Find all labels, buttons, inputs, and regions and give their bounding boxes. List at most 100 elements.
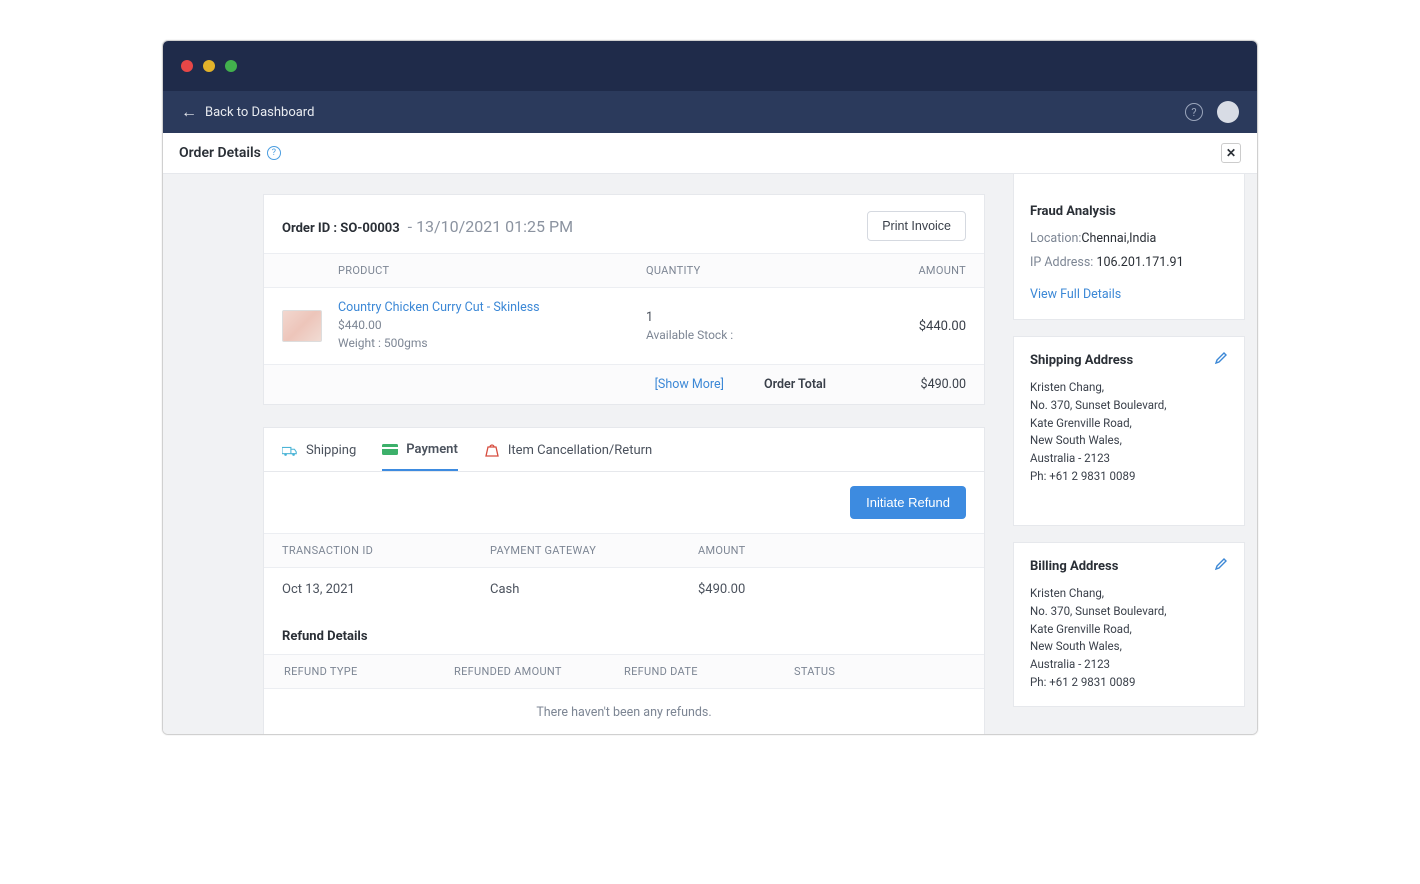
product-name-link[interactable]: Country Chicken Curry Cut - Skinless — [338, 300, 646, 315]
app-toolbar: ← Back to Dashboard ? — [163, 91, 1257, 133]
tx-date: Oct 13, 2021 — [282, 582, 490, 597]
refund-title: Refund Details — [264, 611, 984, 654]
col-transaction-id: TRANSACTION ID — [282, 544, 490, 557]
billing-address-body: Kristen Chang, No. 370, Sunset Boulevard… — [1030, 585, 1228, 692]
order-date: - 13/10/2021 01:25 PM — [408, 217, 573, 236]
avatar[interactable] — [1217, 101, 1239, 123]
minimize-window-dot[interactable] — [203, 60, 215, 72]
tx-gateway: Cash — [490, 582, 698, 597]
back-to-dashboard-link[interactable]: ← Back to Dashboard — [181, 104, 314, 120]
product-weight: Weight : 500gms — [338, 334, 646, 352]
main-column: Order ID : SO-00003 - 13/10/2021 01:25 P… — [263, 194, 985, 734]
tab-cancellation-label: Item Cancellation/Return — [508, 443, 652, 458]
col-product: PRODUCT — [338, 264, 646, 277]
fraud-location: Location:Chennai,India — [1030, 229, 1228, 249]
product-qty: 1 — [646, 310, 826, 325]
order-total-row: [Show More] Order Total $490.00 — [264, 364, 984, 404]
transaction-row: Oct 13, 2021 Cash $490.00 — [264, 568, 984, 611]
bill-line-3: Kate Grenville Road, — [1030, 621, 1228, 639]
toolbar-right: ? — [1185, 101, 1239, 123]
transaction-head: TRANSACTION ID PAYMENT GATEWAY AMOUNT — [264, 533, 984, 568]
billing-address-card: Billing Address Kristen Chang, No. 370, … — [1013, 542, 1245, 707]
back-label: Back to Dashboard — [205, 105, 314, 120]
fraud-ip-value: 106.201.171.91 — [1096, 255, 1183, 270]
tx-amount: $490.00 — [698, 582, 906, 597]
tab-payment[interactable]: Payment — [382, 442, 458, 471]
bill-line-2: No. 370, Sunset Boulevard, — [1030, 603, 1228, 621]
shipping-address-title: Shipping Address — [1030, 353, 1133, 368]
fraud-title: Fraud Analysis — [1030, 204, 1228, 219]
col-refund-date: REFUND DATE — [624, 665, 794, 678]
refund-empty-message: There haven't been any refunds. — [264, 689, 984, 734]
arrow-left-icon: ← — [181, 104, 197, 120]
close-button[interactable]: ✕ — [1221, 143, 1241, 163]
shipping-address-body: Kristen Chang, No. 370, Sunset Boulevard… — [1030, 379, 1228, 486]
col-tx-amount: AMOUNT — [698, 544, 906, 557]
edit-billing-icon[interactable] — [1214, 557, 1228, 575]
product-amount: $440.00 — [826, 319, 966, 334]
fraud-ip-label: IP Address: — [1030, 255, 1093, 270]
col-refund-status: STATUS — [794, 665, 964, 678]
tab-payment-label: Payment — [406, 442, 458, 457]
col-amount: AMOUNT — [826, 264, 966, 277]
window-titlebar — [163, 41, 1257, 91]
tab-shipping-label: Shipping — [306, 443, 356, 458]
order-id-wrap: Order ID : SO-00003 - 13/10/2021 01:25 P… — [282, 217, 573, 236]
product-row: Country Chicken Curry Cut - Skinless $44… — [264, 288, 984, 364]
refund-head: REFUND TYPE REFUNDED AMOUNT REFUND DATE … — [264, 654, 984, 689]
print-invoice-button[interactable]: Print Invoice — [867, 211, 966, 241]
tabs-card: Shipping Payment Item Cancellation/Retur… — [263, 427, 985, 734]
billing-address-title: Billing Address — [1030, 559, 1118, 574]
product-price: $440.00 — [338, 316, 646, 334]
order-header: Order ID : SO-00003 - 13/10/2021 01:25 P… — [264, 195, 984, 253]
close-window-dot[interactable] — [181, 60, 193, 72]
bill-line-1: Kristen Chang, — [1030, 585, 1228, 603]
product-thumbnail — [282, 310, 322, 342]
tab-actions: Initiate Refund — [264, 472, 984, 533]
page-title-wrap: Order Details ? — [179, 145, 281, 161]
ship-line-1: Kristen Chang, — [1030, 379, 1228, 397]
shipping-icon — [282, 444, 298, 458]
col-refund-type: REFUND TYPE — [284, 665, 454, 678]
help-icon[interactable]: ? — [1185, 103, 1203, 121]
view-full-details-link[interactable]: View Full Details — [1030, 285, 1121, 305]
ship-line-4: New South Wales, — [1030, 432, 1228, 450]
bill-line-6: Ph: +61 2 9831 0089 — [1030, 674, 1228, 692]
fraud-ip: IP Address: 106.201.171.91 — [1030, 253, 1228, 273]
ship-line-6: Ph: +61 2 9831 0089 — [1030, 468, 1228, 486]
shipping-address-card: Shipping Address Kristen Chang, No. 370,… — [1013, 336, 1245, 526]
payment-icon — [382, 443, 398, 457]
col-gateway: PAYMENT GATEWAY — [490, 544, 698, 557]
product-stock: Available Stock : — [646, 328, 826, 342]
edit-shipping-icon[interactable] — [1214, 351, 1228, 369]
product-table-head: PRODUCT QUANTITY AMOUNT — [264, 253, 984, 288]
content-area: Order ID : SO-00003 - 13/10/2021 01:25 P… — [163, 174, 1257, 734]
order-total-label: Order Total — [764, 377, 826, 392]
order-id: Order ID : SO-00003 — [282, 221, 400, 236]
ship-line-2: No. 370, Sunset Boulevard, — [1030, 397, 1228, 415]
info-icon[interactable]: ? — [267, 146, 281, 160]
fraud-location-label: Location: — [1030, 231, 1081, 246]
page-header: Order Details ? ✕ — [163, 133, 1257, 174]
bill-line-4: New South Wales, — [1030, 638, 1228, 656]
page-title: Order Details — [179, 145, 261, 161]
fraud-card: Fraud Analysis Location:Chennai,India IP… — [1013, 174, 1245, 320]
traffic-lights — [181, 60, 237, 72]
maximize-window-dot[interactable] — [225, 60, 237, 72]
show-more-link[interactable]: [Show More] — [655, 377, 724, 392]
order-card: Order ID : SO-00003 - 13/10/2021 01:25 P… — [263, 194, 985, 405]
col-quantity: QUANTITY — [646, 264, 826, 277]
order-total-value: $490.00 — [866, 377, 966, 392]
tabs: Shipping Payment Item Cancellation/Retur… — [264, 428, 984, 472]
col-refund-amount: REFUNDED AMOUNT — [454, 665, 624, 678]
ship-line-3: Kate Grenville Road, — [1030, 415, 1228, 433]
ship-line-5: Australia - 2123 — [1030, 450, 1228, 468]
fraud-location-value: Chennai,India — [1081, 231, 1156, 246]
tab-shipping[interactable]: Shipping — [282, 442, 356, 471]
side-column: Fraud Analysis Location:Chennai,India IP… — [1013, 194, 1245, 734]
tab-cancellation[interactable]: Item Cancellation/Return — [484, 442, 652, 471]
app-window: ← Back to Dashboard ? Order Details ? ✕ … — [162, 40, 1258, 735]
cancel-return-icon — [484, 444, 500, 458]
initiate-refund-button[interactable]: Initiate Refund — [850, 486, 966, 519]
bill-line-5: Australia - 2123 — [1030, 656, 1228, 674]
